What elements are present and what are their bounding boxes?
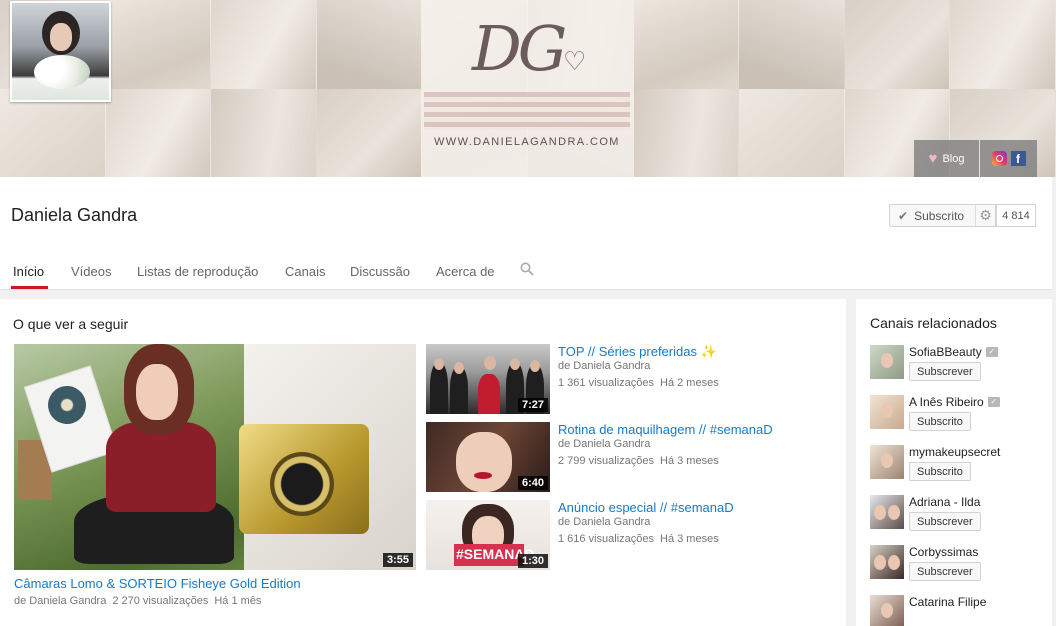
related-channel: SofiaBBeauty ✓ Subscrever (870, 345, 1050, 385)
video-item: #SEMANAD 1:30 Anúncio especial // #seman… (426, 500, 836, 572)
channel-header: Daniela Gandra ✔ Subscrito ⚙ 4 814 Iníci… (0, 177, 1052, 290)
channel-title[interactable]: Daniela Gandra (11, 205, 137, 226)
tab-playlists[interactable]: Listas de reprodução (137, 264, 258, 279)
video-duration: 1:30 (517, 554, 548, 568)
video-meta: 1 616 visualizações Há 3 meses (558, 533, 725, 545)
video-title[interactable]: Anúncio especial // #semanaD (558, 500, 734, 515)
active-tab-indicator (11, 286, 48, 289)
main-content: O que ver a seguir 3:55 Câmaras Lomo & S… (0, 299, 846, 626)
banner-url: WWW.DANIELAGANDRA.COM (434, 136, 620, 148)
related-channel: mymakeupsecret Subscrito (870, 445, 1050, 485)
banner-logo: DG (472, 12, 567, 85)
subscriber-count: 4 814 (996, 204, 1036, 227)
channel-avatar[interactable] (870, 595, 904, 626)
verified-icon: ✓ (985, 347, 998, 357)
instagram-icon[interactable] (991, 151, 1007, 166)
video-thumbnail[interactable]: 6:40 (426, 422, 550, 492)
related-channel-name[interactable]: SofiaBBeauty ✓ (909, 345, 998, 359)
subscribed-label: Subscrito (914, 208, 965, 223)
video-thumbnail[interactable]: 7:27 (426, 344, 550, 414)
video-age: Há 2 meses (660, 377, 719, 389)
tab-videos[interactable]: Vídeos (71, 264, 111, 279)
related-channels-title: Canais relacionados (870, 315, 997, 331)
video-author[interactable]: de Daniela Gandra (14, 595, 106, 607)
video-age: Há 3 meses (660, 455, 719, 467)
subscription-settings-gear-icon[interactable]: ⚙ (975, 205, 995, 226)
video-duration: 6:40 (517, 476, 548, 490)
video-views: 2 799 visualizações (558, 455, 655, 467)
video-author[interactable]: de Daniela Gandra (558, 516, 650, 528)
video-meta: 1 361 visualizações Há 2 meses (558, 377, 725, 389)
channel-search-icon[interactable] (520, 262, 534, 279)
related-channel-name[interactable]: Catarina Filipe (909, 595, 986, 609)
logo-heart-icon: ♡ (563, 46, 587, 76)
blog-link-label: Blog (942, 152, 965, 165)
video-author[interactable]: de Daniela Gandra (558, 438, 650, 450)
video-author[interactable]: de Daniela Gandra (558, 360, 650, 372)
subscribed-button[interactable]: Subscrito (909, 412, 971, 431)
subscribed-button[interactable]: Subscrito (909, 462, 971, 481)
verified-icon: ✓ (987, 397, 1000, 407)
video-item: 7:27 TOP // Séries preferidas ✨ de Danie… (426, 344, 836, 416)
tab-discussion[interactable]: Discussão (350, 264, 410, 279)
video-age: Há 3 meses (660, 533, 719, 545)
related-channel-name[interactable]: Corbyssimas (909, 545, 978, 559)
video-title[interactable]: TOP // Séries preferidas ✨ (558, 344, 717, 360)
check-icon: ✔ (898, 208, 909, 223)
video-item: 6:40 Rotina de maquilhagem // #semanaD d… (426, 422, 836, 494)
video-views: 1 616 visualizações (558, 533, 655, 545)
channel-avatar[interactable] (870, 395, 904, 429)
video-thumbnail[interactable]: #SEMANAD 1:30 (426, 500, 550, 570)
related-channel: A Inês Ribeiro ✓ Subscrito (870, 395, 1050, 435)
featured-video-meta: de Daniela Gandra 2 270 visualizações Há 1… (14, 595, 267, 607)
tab-channels[interactable]: Canais (285, 264, 325, 279)
video-meta: 2 799 visualizações Há 3 meses (558, 455, 725, 467)
section-title: O que ver a seguir (13, 316, 129, 332)
video-views: 1 361 visualizações (558, 377, 655, 389)
channel-avatar[interactable] (10, 1, 111, 102)
channel-avatar[interactable] (870, 345, 904, 379)
channel-avatar[interactable] (870, 545, 904, 579)
subscribe-button[interactable]: Subscrever (909, 362, 981, 381)
subscribe-button[interactable]: Subscrever (909, 512, 981, 531)
channel-banner: DG ♡ WWW.DANIELAGANDRA.COM (0, 0, 1056, 177)
video-duration: 7:27 (517, 398, 548, 412)
video-duration: 3:55 (382, 553, 413, 567)
related-channels-panel: Canais relacionados SofiaBBeauty ✓ Subscr… (856, 299, 1052, 626)
banner-blog-link[interactable]: ♥ Blog (914, 140, 979, 177)
tab-about[interactable]: Acerca de (436, 264, 495, 279)
tab-inicio[interactable]: Início (13, 264, 44, 279)
heart-icon: ♥ (928, 150, 938, 167)
channel-avatar[interactable] (870, 445, 904, 479)
channel-avatar[interactable] (870, 495, 904, 529)
facebook-icon[interactable]: f (1010, 151, 1026, 166)
related-channel: Catarina Filipe (870, 595, 1050, 626)
related-channel-name[interactable]: A Inês Ribeiro ✓ (909, 395, 1000, 409)
related-channel: Corbyssimas Subscrever (870, 545, 1050, 585)
subscribe-button[interactable]: Subscrever (909, 562, 981, 581)
video-views: 2 270 visualizações (112, 595, 209, 607)
video-age: Há 1 mês (214, 595, 262, 607)
banner-social-links: f (980, 140, 1037, 177)
featured-video-title[interactable]: Câmaras Lomo & SORTEIO Fisheye Gold Edit… (14, 576, 301, 591)
related-channel-name[interactable]: Adriana - Ilda (909, 495, 980, 509)
video-title[interactable]: Rotina de maquilhagem // #semanaD (558, 422, 773, 437)
related-channel-name[interactable]: mymakeupsecret (909, 445, 1000, 459)
related-channel: Adriana - Ilda Subscrever (870, 495, 1050, 535)
featured-video-thumbnail[interactable]: 3:55 (14, 344, 416, 570)
